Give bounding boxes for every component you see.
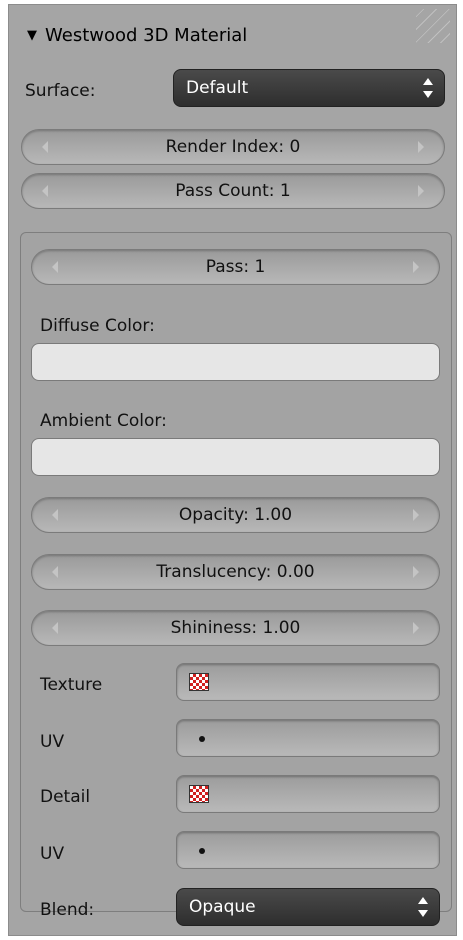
pass-count-value: Pass Count: 1	[175, 181, 291, 201]
surface-label: Surface:	[25, 81, 96, 101]
pass-slider[interactable]: Pass: 1	[31, 249, 440, 285]
uv-field-2[interactable]	[176, 831, 440, 869]
translucency-slider[interactable]: Translucency: 0.00	[31, 554, 440, 590]
texture-label: Texture	[40, 675, 103, 695]
right-arrow-icon[interactable]	[418, 141, 424, 153]
left-arrow-icon[interactable]	[52, 622, 58, 634]
panel-header[interactable]: ▼ Westwood 3D Material	[27, 19, 247, 51]
checker-texture-icon	[189, 785, 209, 803]
right-arrow-icon[interactable]	[413, 622, 419, 634]
uv-dot-icon	[199, 736, 205, 742]
pass-count-slider[interactable]: Pass Count: 1	[21, 173, 445, 209]
blend-value: Opaque	[189, 897, 256, 917]
ambient-color-swatch[interactable]	[31, 438, 440, 476]
panel-drag-grip[interactable]	[416, 9, 450, 43]
right-arrow-icon[interactable]	[413, 566, 419, 578]
surface-value: Default	[186, 78, 249, 98]
texture-field[interactable]	[176, 663, 440, 701]
opacity-value: Opacity: 1.00	[178, 505, 293, 525]
right-arrow-icon[interactable]	[413, 261, 419, 273]
right-arrow-icon[interactable]	[418, 185, 424, 197]
uv-field[interactable]	[176, 719, 440, 757]
shininess-slider[interactable]: Shininess: 1.00	[31, 610, 440, 646]
render-index-value: Render Index: 0	[165, 137, 301, 157]
blend-label: Blend:	[40, 900, 95, 920]
right-arrow-icon[interactable]	[413, 509, 419, 521]
diffuse-color-label: Diffuse Color:	[40, 316, 155, 336]
left-arrow-icon[interactable]	[52, 509, 58, 521]
detail-label: Detail	[40, 787, 91, 807]
triangle-down-icon[interactable]: ▼	[27, 28, 37, 43]
diffuse-color-swatch[interactable]	[31, 343, 440, 381]
blend-dropdown[interactable]: Opaque	[176, 888, 440, 926]
up-down-arrows-icon	[423, 78, 433, 98]
checker-texture-icon	[189, 673, 209, 691]
shininess-value: Shininess: 1.00	[170, 618, 301, 638]
opacity-slider[interactable]: Opacity: 1.00	[31, 497, 440, 533]
panel-title: Westwood 3D Material	[45, 24, 248, 46]
surface-dropdown[interactable]: Default	[173, 69, 445, 107]
pass-value: Pass: 1	[205, 257, 266, 277]
left-arrow-icon[interactable]	[42, 141, 48, 153]
ambient-color-label: Ambient Color:	[40, 411, 167, 431]
left-arrow-icon[interactable]	[42, 185, 48, 197]
up-down-arrows-icon	[418, 897, 428, 917]
uv-dot-icon	[199, 848, 205, 854]
translucency-value: Translucency: 0.00	[156, 562, 315, 582]
detail-field[interactable]	[176, 775, 440, 813]
left-arrow-icon[interactable]	[52, 566, 58, 578]
left-arrow-icon[interactable]	[52, 261, 58, 273]
uv-label-2: UV	[40, 844, 65, 864]
render-index-slider[interactable]: Render Index: 0	[21, 129, 445, 165]
uv-label: UV	[40, 732, 65, 752]
